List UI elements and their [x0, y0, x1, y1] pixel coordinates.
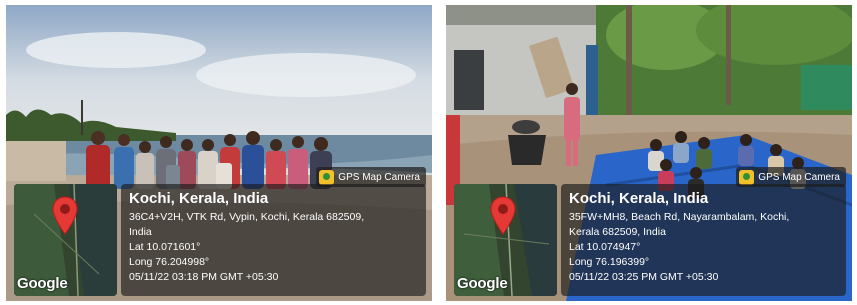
camera-icon — [319, 169, 335, 185]
badge-label: GPS Map Camera — [758, 171, 840, 183]
address-line: Kerala 682509, India — [569, 226, 666, 238]
longitude-text: Long 76.196399° — [569, 256, 650, 268]
location-pin-icon — [490, 196, 516, 235]
location-pin-icon — [52, 196, 78, 235]
geo-stamp-overlay: Google Kochi, Kerala, India 35FW+MH8, Be… — [454, 184, 846, 296]
map-thumbnail: Google — [454, 184, 557, 296]
geo-stamp-overlay: Google Kochi, Kerala, India 36C4+V2H, VT… — [14, 184, 426, 296]
address-line: 36C4+V2H, VTK Rd, Vypin, Kochi, Kerala 6… — [129, 211, 365, 223]
yard-meeting-photo: GPS Map Camera Google Kochi, Kerala, Ind… — [446, 5, 852, 301]
location-info-panel: Kochi, Kerala, India 35FW+MH8, Beach Rd,… — [561, 184, 846, 296]
longitude-text: Long 76.204998° — [129, 256, 210, 268]
latitude-text: Lat 10.071601° — [129, 241, 201, 253]
place-title: Kochi, Kerala, India — [569, 190, 709, 207]
datetime-text: 05/11/22 03:25 PM GMT +05:30 — [569, 271, 719, 283]
google-logo: Google — [457, 275, 508, 292]
beach-group-photo: GPS Map Camera Google Kochi, Kerala, Ind… — [6, 5, 432, 301]
datetime-text: 05/11/22 03:18 PM GMT +05:30 — [129, 271, 279, 283]
map-thumbnail: Google — [14, 184, 117, 296]
people-group — [86, 131, 332, 189]
place-title: Kochi, Kerala, India — [129, 190, 269, 207]
camera-icon — [739, 169, 755, 185]
google-logo: Google — [17, 275, 68, 292]
location-info-panel: Kochi, Kerala, India 36C4+V2H, VTK Rd, V… — [121, 184, 426, 296]
address-line: India — [129, 226, 152, 238]
badge-label: GPS Map Camera — [338, 171, 420, 183]
latitude-text: Lat 10.074947° — [569, 241, 641, 253]
address-line: 35FW+MH8, Beach Rd, Nayarambalam, Kochi, — [569, 211, 790, 223]
